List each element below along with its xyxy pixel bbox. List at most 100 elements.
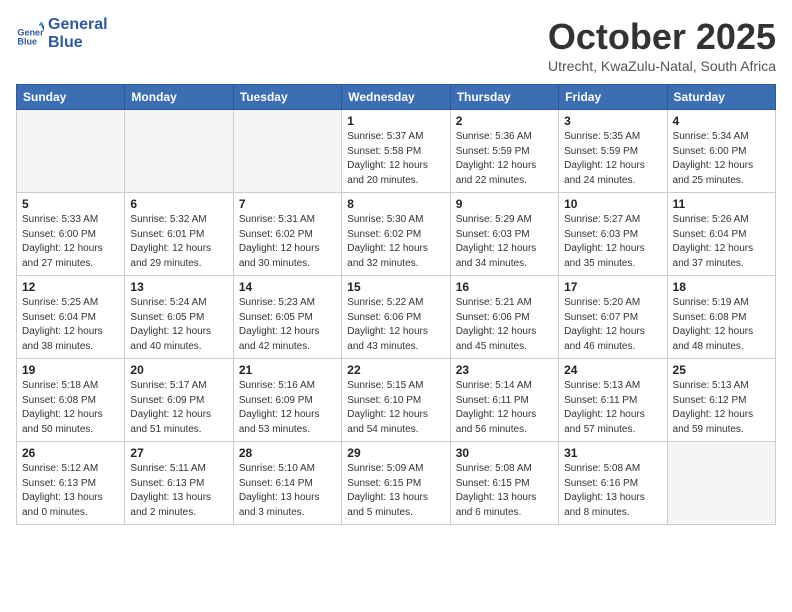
day-detail: Sunrise: 5:09 AM Sunset: 6:15 PM Dayligh… [347, 462, 444, 520]
calendar-day-11: 11 Sunrise: 5:26 AM Sunset: 6:04 PM Dayli… [667, 193, 775, 276]
day-number: 30 [456, 446, 553, 460]
calendar-day-18: 18 Sunrise: 5:19 AM Sunset: 6:08 PM Dayli… [667, 276, 775, 359]
col-header-tuesday: Tuesday [233, 85, 341, 110]
calendar-day-22: 22 Sunrise: 5:15 AM Sunset: 6:10 PM Dayli… [342, 359, 450, 442]
calendar-day-17: 17Sunrise: 5:20 AM Sunset: 6:07 PM Dayli… [559, 276, 667, 359]
calendar-day-20: 20 Sunrise: 5:17 AM Sunset: 6:09 PM Dayli… [125, 359, 233, 442]
day-detail: Sunrise: 5:27 AM Sunset: 6:03 PM Dayligh… [564, 213, 661, 271]
calendar-day-16: 16 Sunrise: 5:21 AM Sunset: 6:06 PM Dayli… [450, 276, 558, 359]
day-detail: Sunrise: 5:15 AM Sunset: 6:10 PM Dayligh… [347, 379, 444, 437]
day-number: 31 [564, 446, 661, 460]
day-detail: Sunrise: 5:31 AM Sunset: 6:02 PM Dayligh… [239, 213, 336, 271]
day-detail: Sunrise: 5:35 AM Sunset: 5:59 PM Dayligh… [564, 130, 661, 188]
day-detail: Sunrise: 5:32 AM Sunset: 6:01 PM Dayligh… [130, 213, 227, 271]
day-number: 17 [564, 280, 661, 294]
calendar-day-5: 5 Sunrise: 5:33 AM Sunset: 6:00 PM Daylig… [17, 193, 125, 276]
calendar-day-31: 31 Sunrise: 5:08 AM Sunset: 6:16 PM Dayli… [559, 442, 667, 525]
day-detail: Sunrise: 5:24 AM Sunset: 6:05 PM Dayligh… [130, 296, 227, 354]
calendar-week-5: 26Sunrise: 5:12 AM Sunset: 6:13 PM Dayli… [17, 442, 776, 525]
day-detail: Sunrise: 5:08 AM Sunset: 6:16 PM Dayligh… [564, 462, 661, 520]
day-number: 21 [239, 363, 336, 377]
col-header-wednesday: Wednesday [342, 85, 450, 110]
calendar-day-15: 15Sunrise: 5:22 AM Sunset: 6:06 PM Dayli… [342, 276, 450, 359]
col-header-monday: Monday [125, 85, 233, 110]
calendar-day-4: 4Sunrise: 5:34 AM Sunset: 6:00 PM Daylig… [667, 110, 775, 193]
day-detail: Sunrise: 5:23 AM Sunset: 6:05 PM Dayligh… [239, 296, 336, 354]
calendar-day-10: 10 Sunrise: 5:27 AM Sunset: 6:03 PM Dayli… [559, 193, 667, 276]
day-number: 11 [673, 197, 770, 211]
day-number: 22 [347, 363, 444, 377]
day-detail: Sunrise: 5:11 AM Sunset: 6:13 PM Dayligh… [130, 462, 227, 520]
day-detail: Sunrise: 5:13 AM Sunset: 6:12 PM Dayligh… [673, 379, 770, 437]
day-number: 1 [347, 114, 444, 128]
day-number: 28 [239, 446, 336, 460]
day-number: 27 [130, 446, 227, 460]
day-detail: Sunrise: 5:10 AM Sunset: 6:14 PM Dayligh… [239, 462, 336, 520]
day-number: 9 [456, 197, 553, 211]
calendar-day-13: 13 Sunrise: 5:24 AM Sunset: 6:05 PM Dayli… [125, 276, 233, 359]
calendar-title: October 2025 [548, 16, 776, 58]
day-number: 3 [564, 114, 661, 128]
day-detail: Sunrise: 5:13 AM Sunset: 6:11 PM Dayligh… [564, 379, 661, 437]
calendar-day-25: 25 Sunrise: 5:13 AM Sunset: 6:12 PM Dayli… [667, 359, 775, 442]
day-detail: Sunrise: 5:34 AM Sunset: 6:00 PM Dayligh… [673, 130, 770, 188]
page-header: General Blue General Blue October 2025 U… [16, 16, 776, 74]
day-detail: Sunrise: 5:19 AM Sunset: 6:08 PM Dayligh… [673, 296, 770, 354]
calendar-day-12: 12 Sunrise: 5:25 AM Sunset: 6:04 PM Dayli… [17, 276, 125, 359]
calendar-header: SundayMondayTuesdayWednesdayThursdayFrid… [17, 85, 776, 110]
calendar-table: SundayMondayTuesdayWednesdayThursdayFrid… [16, 84, 776, 525]
calendar-day-1: 1Sunrise: 5:37 AM Sunset: 5:58 PM Daylig… [342, 110, 450, 193]
calendar-day-2: 2 Sunrise: 5:36 AM Sunset: 5:59 PM Daylig… [450, 110, 558, 193]
day-detail: Sunrise: 5:22 AM Sunset: 6:06 PM Dayligh… [347, 296, 444, 354]
day-detail: Sunrise: 5:14 AM Sunset: 6:11 PM Dayligh… [456, 379, 553, 437]
logo: General Blue General Blue [16, 16, 108, 51]
day-number: 18 [673, 280, 770, 294]
day-number: 2 [456, 114, 553, 128]
day-number: 24 [564, 363, 661, 377]
day-detail: Sunrise: 5:17 AM Sunset: 6:09 PM Dayligh… [130, 379, 227, 437]
day-number: 12 [22, 280, 119, 294]
day-number: 6 [130, 197, 227, 211]
logo-text-line1: General [48, 16, 108, 34]
calendar-day-empty [667, 442, 775, 525]
day-number: 10 [564, 197, 661, 211]
col-header-sunday: Sunday [17, 85, 125, 110]
day-number: 7 [239, 197, 336, 211]
day-detail: Sunrise: 5:26 AM Sunset: 6:04 PM Dayligh… [673, 213, 770, 271]
day-number: 26 [22, 446, 119, 460]
calendar-day-empty [17, 110, 125, 193]
day-number: 5 [22, 197, 119, 211]
calendar-day-empty [125, 110, 233, 193]
day-detail: Sunrise: 5:33 AM Sunset: 6:00 PM Dayligh… [22, 213, 119, 271]
title-block: October 2025 Utrecht, KwaZulu-Natal, Sou… [548, 16, 776, 74]
calendar-day-7: 7 Sunrise: 5:31 AM Sunset: 6:02 PM Daylig… [233, 193, 341, 276]
calendar-day-8: 8 Sunrise: 5:30 AM Sunset: 6:02 PM Daylig… [342, 193, 450, 276]
day-number: 29 [347, 446, 444, 460]
svg-text:Blue: Blue [17, 36, 37, 46]
calendar-day-9: 9 Sunrise: 5:29 AM Sunset: 6:03 PM Daylig… [450, 193, 558, 276]
logo-icon: General Blue [16, 20, 44, 48]
day-detail: Sunrise: 5:36 AM Sunset: 5:59 PM Dayligh… [456, 130, 553, 188]
calendar-day-empty [233, 110, 341, 193]
col-header-thursday: Thursday [450, 85, 558, 110]
day-number: 8 [347, 197, 444, 211]
calendar-day-3: 3 Sunrise: 5:35 AM Sunset: 5:59 PM Daylig… [559, 110, 667, 193]
day-detail: Sunrise: 5:21 AM Sunset: 6:06 PM Dayligh… [456, 296, 553, 354]
day-detail: Sunrise: 5:25 AM Sunset: 6:04 PM Dayligh… [22, 296, 119, 354]
calendar-week-3: 12 Sunrise: 5:25 AM Sunset: 6:04 PM Dayli… [17, 276, 776, 359]
day-number: 14 [239, 280, 336, 294]
day-number: 13 [130, 280, 227, 294]
day-number: 25 [673, 363, 770, 377]
day-number: 23 [456, 363, 553, 377]
day-number: 16 [456, 280, 553, 294]
calendar-day-29: 29 Sunrise: 5:09 AM Sunset: 6:15 PM Dayli… [342, 442, 450, 525]
logo-text-line2: Blue [48, 34, 108, 52]
day-detail: Sunrise: 5:29 AM Sunset: 6:03 PM Dayligh… [456, 213, 553, 271]
calendar-day-23: 23 Sunrise: 5:14 AM Sunset: 6:11 PM Dayli… [450, 359, 558, 442]
calendar-day-27: 27 Sunrise: 5:11 AM Sunset: 6:13 PM Dayli… [125, 442, 233, 525]
day-detail: Sunrise: 5:30 AM Sunset: 6:02 PM Dayligh… [347, 213, 444, 271]
col-header-friday: Friday [559, 85, 667, 110]
day-detail: Sunrise: 5:18 AM Sunset: 6:08 PM Dayligh… [22, 379, 119, 437]
day-number: 20 [130, 363, 227, 377]
calendar-day-28: 28 Sunrise: 5:10 AM Sunset: 6:14 PM Dayli… [233, 442, 341, 525]
